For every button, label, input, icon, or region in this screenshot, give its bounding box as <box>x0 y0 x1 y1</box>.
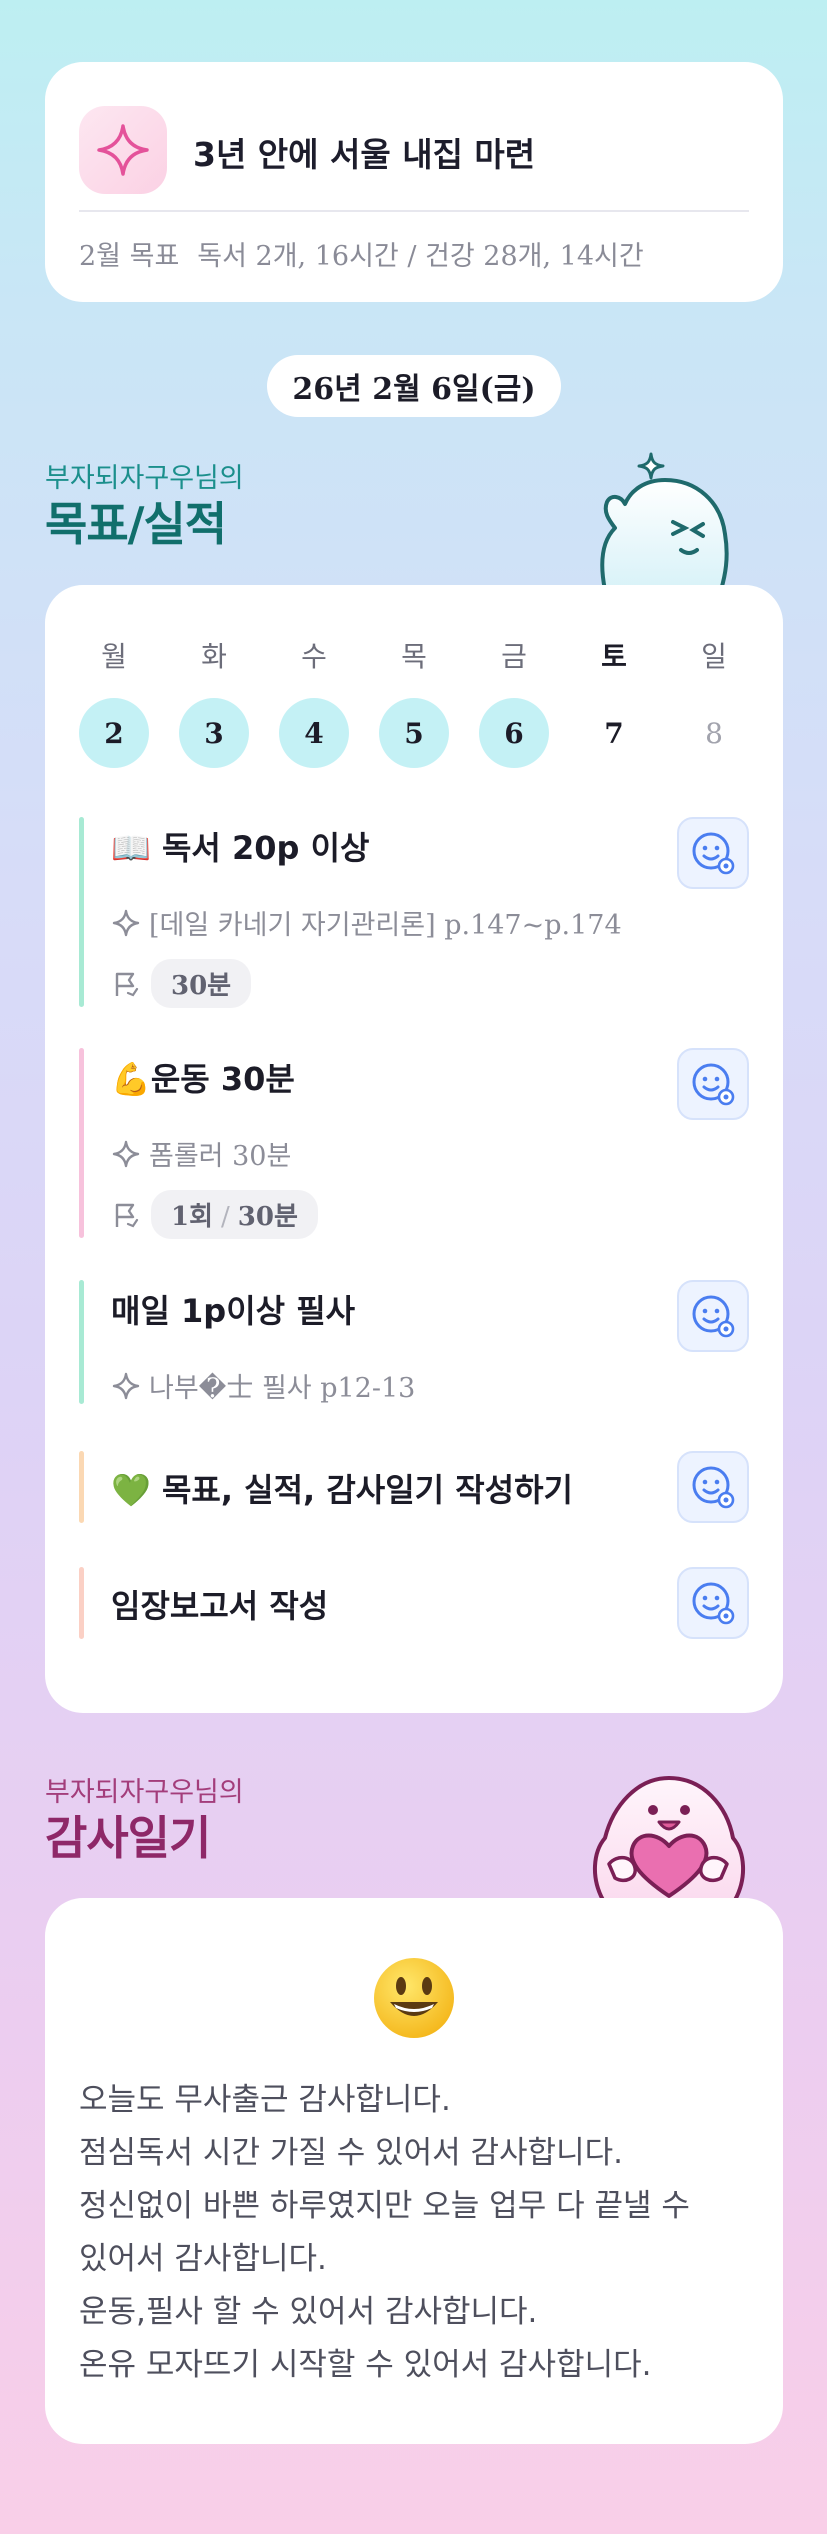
task-detail: 나부�士 필사 p12-13 <box>111 1366 415 1405</box>
thanks-section-title: 감사일기 <box>45 1811 211 1865</box>
goal-title: 3년 안에 서울 내집 마련 <box>193 135 536 174</box>
task-color-bar <box>79 1048 84 1238</box>
task-item[interactable]: 매일 1p이상 필사 나부�士 필사 p12-13 <box>79 1280 749 1404</box>
task-title: 💪운동 30분 <box>111 1060 295 1098</box>
day-cell[interactable]: 4 <box>279 698 349 768</box>
weekday-row: 월 화 수 목 금 토 일 <box>79 635 749 675</box>
sparkle-icon <box>112 1372 140 1399</box>
thanks-line: 있어서 감사합니다. <box>79 2241 327 2277</box>
date-pill[interactable]: 26년 2월 6일(금) <box>267 355 561 417</box>
weekday-label: 수 <box>301 640 327 673</box>
thanks-card: 오늘도 무사출근 감사합니다. 점심독서 시간 가질 수 있어서 감사합니다. … <box>45 1898 783 2444</box>
goal-card[interactable]: 3년 안에 서울 내집 마련 2월 목표 독서 2개, 16시간 / 건강 28개… <box>45 62 783 302</box>
weekday-label: 목 <box>401 640 427 673</box>
duration-text: 30분 <box>237 1202 298 1232</box>
task-title: 💚 목표, 실적, 감사일기 작성하기 <box>111 1471 573 1509</box>
task-detail: [데일 카네기 자기관리론] p.147~p.174 <box>111 903 622 942</box>
sparkle-icon <box>79 106 167 194</box>
task-title: 임장보고서 작성 <box>111 1587 329 1625</box>
goals-section-title: 목표/실적 <box>45 497 227 551</box>
day-cell-selected[interactable]: 6 <box>479 698 549 768</box>
task-item[interactable]: 임장보고서 작성 <box>79 1567 749 1639</box>
task-item[interactable]: 📖 독서 20p 이상 [데일 카네기 자기관리론] p.147~p.174 3… <box>79 817 749 1008</box>
thanks-text: 오늘도 무사출근 감사합니다. 점심독서 시간 가질 수 있어서 감사합니다. … <box>79 2074 759 2392</box>
thanks-line: 점심독서 시간 가질 수 있어서 감사합니다. <box>79 2135 623 2171</box>
sparkle-icon <box>112 1140 140 1167</box>
weekday-label: 토 <box>601 640 627 673</box>
smile-face-icon <box>692 1063 735 1106</box>
count-duration-chip: 1회/30분 <box>151 1190 318 1239</box>
flag-icon <box>115 972 139 996</box>
day-cell[interactable]: 3 <box>179 698 249 768</box>
thanks-line: 온유 모자뜨기 시작할 수 있어서 감사합니다. <box>79 2347 652 2383</box>
task-item[interactable]: 💚 목표, 실적, 감사일기 작성하기 <box>79 1451 749 1523</box>
task-color-bar <box>79 1280 84 1404</box>
smile-face-button[interactable] <box>677 817 749 889</box>
task-color-bar <box>79 1451 84 1523</box>
task-detail: 폼롤러 30분 <box>111 1134 291 1173</box>
goal-summary-text: 독서 2개, 16시간 / 건강 28개, 14시간 <box>197 241 644 272</box>
divider <box>79 210 749 212</box>
flag-icon <box>115 1203 139 1227</box>
weekday-label: 화 <box>201 640 227 673</box>
smile-face-button[interactable] <box>677 1048 749 1120</box>
task-color-bar <box>79 1567 84 1639</box>
sparkle-icon <box>112 909 140 936</box>
thanks-line: 정신없이 바쁜 하루였지만 오늘 업무 다 끝낼 수 <box>79 2188 690 2224</box>
goal-summary: 2월 목표 독서 2개, 16시간 / 건강 28개, 14시간 <box>79 234 644 273</box>
week-card: 월 화 수 목 금 토 일 2 3 4 5 6 7 8 📖 독서 20p 이상 … <box>45 585 783 1713</box>
smile-face-icon <box>692 1582 735 1625</box>
task-meta: 30분 <box>111 959 252 1008</box>
smile-face-button[interactable] <box>677 1280 749 1352</box>
task-detail-text: 나부�士 필사 p12-13 <box>149 1373 416 1404</box>
task-detail-text: 폼롤러 30분 <box>149 1141 292 1172</box>
smile-face-button[interactable] <box>677 1451 749 1523</box>
weekday-label: 월 <box>101 640 127 673</box>
task-item[interactable]: 💪운동 30분 폼롤러 30분 1회/30분 <box>79 1048 749 1239</box>
task-title: 매일 1p이상 필사 <box>111 1292 356 1330</box>
mascot-pink <box>592 1776 746 1900</box>
task-detail-text: [데일 카네기 자기관리론] p.147~p.174 <box>149 910 622 941</box>
task-title: 📖 독서 20p 이상 <box>111 829 370 867</box>
day-cell[interactable]: 2 <box>79 698 149 768</box>
goal-month-label: 2월 목표 <box>79 241 180 272</box>
task-color-bar <box>79 817 84 1007</box>
smile-face-icon <box>692 1295 735 1338</box>
smile-face-icon <box>692 832 735 875</box>
task-meta: 1회/30분 <box>111 1190 318 1239</box>
day-row: 2 3 4 5 6 7 8 <box>79 698 749 768</box>
duration-chip: 30분 <box>151 959 252 1008</box>
thanks-line: 운동,필사 할 수 있어서 감사합니다. <box>79 2294 538 2330</box>
grinning-face-icon <box>374 1958 454 2038</box>
day-cell[interactable]: 5 <box>379 698 449 768</box>
day-cell[interactable]: 7 <box>579 698 649 768</box>
count-text: 1회 <box>171 1202 214 1232</box>
thanks-line: 오늘도 무사출근 감사합니다. <box>79 2082 451 2118</box>
day-cell[interactable]: 8 <box>679 698 749 768</box>
smile-face-button[interactable] <box>677 1567 749 1639</box>
weekday-label: 금 <box>501 640 527 673</box>
smile-face-icon <box>692 1466 735 1509</box>
mascot-teal <box>600 452 729 590</box>
weekday-label: 일 <box>701 640 727 673</box>
